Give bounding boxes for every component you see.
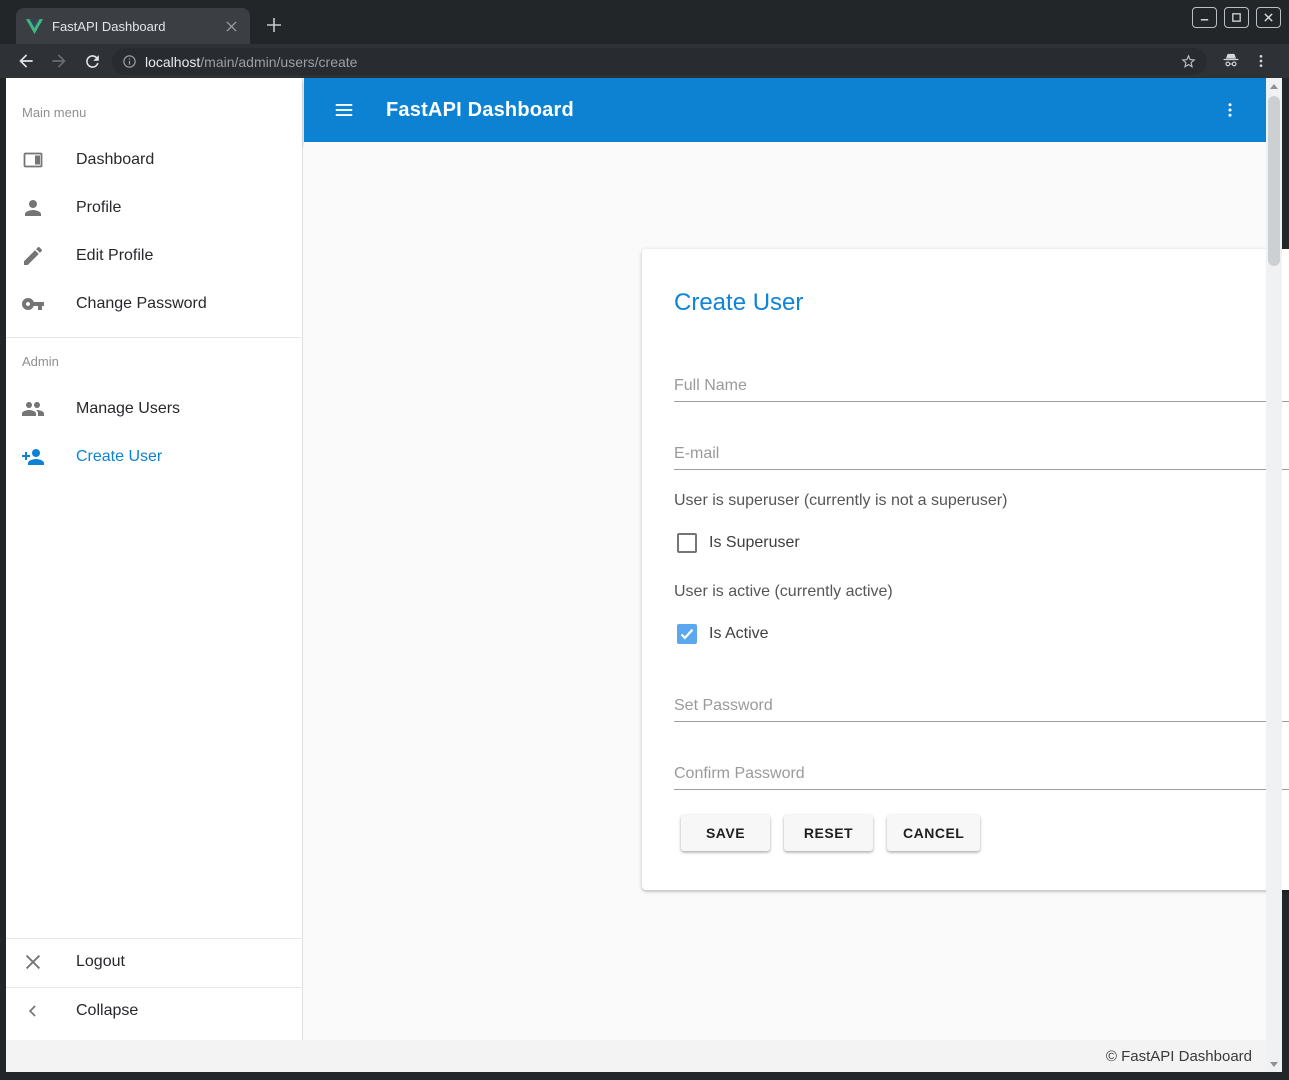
chevron-left-icon (21, 999, 45, 1023)
incognito-icon (1219, 49, 1243, 73)
app-title: FastAPI Dashboard (386, 99, 574, 122)
page-content: Main menu Dashboard Profile Edit Profile (6, 78, 1282, 1072)
save-button[interactable]: SAVE (681, 815, 770, 851)
password-field (674, 684, 1289, 722)
bookmark-star-icon[interactable] (1180, 53, 1197, 70)
dashboard-icon (21, 148, 45, 172)
superuser-hint: User is superuser (currently is not a su… (674, 492, 1007, 510)
person-icon (21, 196, 45, 220)
browser-menu-kebab-icon[interactable] (1249, 49, 1273, 73)
scroll-up-icon[interactable] (1266, 78, 1282, 94)
sidebar-item-dashboard[interactable]: Dashboard (6, 136, 302, 184)
sidebar: Main menu Dashboard Profile Edit Profile (6, 78, 303, 1040)
reload-icon[interactable] (80, 49, 104, 73)
sidebar-item-manage-users[interactable]: Manage Users (6, 385, 302, 433)
confirm-password-input[interactable] (674, 752, 1289, 790)
active-hint: User is active (currently active) (674, 583, 893, 601)
browser-tab[interactable]: FastAPI Dashboard (16, 8, 250, 44)
page-footer: © FastAPI Dashboard (6, 1040, 1266, 1072)
scroll-down-icon[interactable] (1266, 1056, 1282, 1072)
address-bar[interactable]: localhost /main/admin/users/create (112, 48, 1207, 75)
checkbox-unchecked-icon (677, 533, 697, 553)
tab-title: FastAPI Dashboard (52, 19, 165, 34)
divider (6, 337, 302, 338)
checkbox-label: Is Active (709, 625, 769, 643)
form-buttons: SAVE RESET CANCEL (681, 815, 980, 851)
browser-window: FastAPI Dashboard (0, 0, 1289, 1080)
email-field (674, 432, 1289, 470)
page-info-icon[interactable] (122, 54, 137, 69)
full-name-input[interactable] (674, 364, 1289, 402)
app-bar: FastAPI Dashboard (304, 78, 1266, 142)
scrollbar-thumb[interactable] (1268, 96, 1280, 266)
back-icon[interactable] (14, 49, 38, 73)
page-title: Create User (674, 289, 803, 317)
people-icon (21, 397, 45, 421)
checkbox-checked-icon (677, 624, 697, 644)
close-icon (21, 950, 45, 974)
checkbox-label: Is Superuser (709, 534, 800, 552)
create-user-card: Create User User is superuser (currently… (642, 249, 1289, 890)
confirm-password-field (674, 752, 1289, 790)
sidebar-item-collapse[interactable]: Collapse (6, 987, 302, 1035)
scrollbar[interactable] (1266, 78, 1282, 1072)
copyright-text: © FastAPI Dashboard (1106, 1048, 1252, 1065)
app-menu-kebab-icon[interactable] (1214, 94, 1246, 126)
forward-icon[interactable] (47, 49, 71, 73)
window-controls (1192, 7, 1281, 28)
tab-close-icon[interactable] (222, 17, 240, 35)
main-content-area: Create User User is superuser (currently… (304, 142, 1266, 1040)
maximize-button[interactable] (1224, 7, 1249, 28)
is-active-checkbox[interactable]: Is Active (677, 624, 769, 644)
url-path: /main/admin/users/create (200, 54, 357, 70)
close-window-button[interactable] (1256, 7, 1281, 28)
sidebar-item-logout[interactable]: Logout (6, 938, 302, 986)
sidebar-item-edit-profile[interactable]: Edit Profile (6, 232, 302, 280)
full-name-field (674, 364, 1289, 402)
tab-strip: FastAPI Dashboard (0, 0, 1289, 44)
cancel-button[interactable]: CANCEL (887, 815, 980, 851)
new-tab-icon[interactable] (262, 13, 286, 37)
minimize-button[interactable] (1192, 7, 1217, 28)
url-host: localhost (145, 54, 200, 70)
pencil-icon (21, 244, 45, 268)
sidebar-caption-admin: Admin (22, 354, 59, 369)
sidebar-item-profile[interactable]: Profile (6, 184, 302, 232)
email-input[interactable] (674, 432, 1289, 470)
sidebar-item-create-user[interactable]: Create User (6, 433, 302, 481)
password-input[interactable] (674, 684, 1289, 722)
key-icon (21, 292, 45, 316)
reset-button[interactable]: RESET (784, 815, 873, 851)
vue-logo-icon (26, 19, 43, 34)
sidebar-item-change-password[interactable]: Change Password (6, 280, 302, 328)
sidebar-caption-main: Main menu (22, 105, 86, 120)
is-superuser-checkbox[interactable]: Is Superuser (677, 533, 800, 553)
hamburger-menu-icon[interactable] (328, 94, 360, 126)
person-add-icon (21, 445, 45, 469)
